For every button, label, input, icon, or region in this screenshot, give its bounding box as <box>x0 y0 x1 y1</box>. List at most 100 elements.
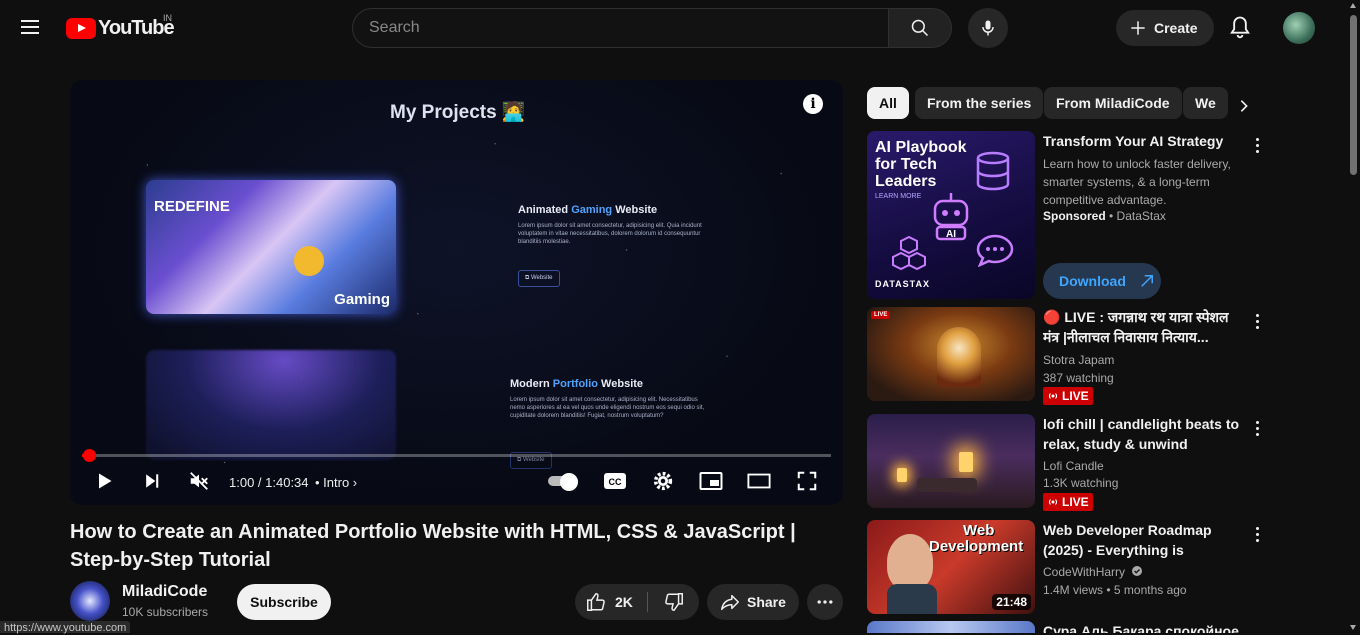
progress-bar[interactable] <box>82 449 831 462</box>
page-scrollbar[interactable] <box>1347 0 1360 633</box>
video-thumbnail[interactable] <box>867 414 1035 508</box>
voice-search-button[interactable] <box>968 8 1008 48</box>
autoplay-toggle[interactable] <box>548 473 582 491</box>
country-code: IN <box>163 13 172 23</box>
live-badge: LIVE <box>1043 387 1093 405</box>
dislike-button[interactable] <box>648 584 699 620</box>
svg-text:AI: AI <box>946 229 956 240</box>
robot-icon: AI <box>933 193 969 241</box>
chapter-title[interactable]: • Intro › <box>315 475 357 490</box>
video-frame-project2-image <box>146 350 396 460</box>
related-filter-chips: All From the series From MiladiCode We <box>867 87 1247 119</box>
like-dislike-group: 2K <box>575 584 699 620</box>
masthead: YouTube IN Create <box>0 0 1347 56</box>
autoplay-play-icon <box>560 473 578 491</box>
play-icon[interactable] <box>92 469 116 493</box>
video-frame-project2-text: Lorem ipsum dolor sit amet consectetur, … <box>510 397 705 419</box>
more-options-icon[interactable] <box>1249 135 1265 155</box>
more-options-icon[interactable] <box>1249 311 1265 331</box>
thumbnail-live-badge: LIVE <box>871 311 891 319</box>
video-player[interactable]: My Projects 🧑‍💻 i REDEFINE Gaming Animat… <box>70 80 843 505</box>
scroll-up-arrow-icon[interactable] <box>1350 3 1356 8</box>
search-input[interactable] <box>353 9 888 47</box>
rec-title[interactable]: 🔴 LIVE : जगन्नाथ रथ यात्रा स्पेशल मंत्र … <box>1043 307 1241 347</box>
video-frame-project1-image: REDEFINE Gaming <box>146 180 396 314</box>
miniplayer-icon[interactable] <box>699 469 723 493</box>
menu-icon[interactable] <box>18 16 42 40</box>
presenter-face <box>887 534 933 590</box>
subscriber-count: 10K subscribers <box>122 605 209 619</box>
svg-text:CC: CC <box>609 477 622 487</box>
fullscreen-icon[interactable] <box>795 469 819 493</box>
video-frame-project1-text: Lorem ipsum dolor sit amet consectetur, … <box>518 223 702 245</box>
chip-all[interactable]: All <box>867 87 909 119</box>
more-actions-icon[interactable] <box>807 584 843 620</box>
cubes-icon <box>892 235 926 271</box>
video-thumbnail[interactable]: LIVE <box>867 307 1035 401</box>
search-button[interactable] <box>888 8 952 48</box>
thumbs-down-icon <box>664 593 683 611</box>
like-button[interactable]: 2K <box>575 584 647 620</box>
video-duration: 21:48 <box>992 594 1031 610</box>
share-arrow-icon <box>721 594 739 611</box>
pointer-hand-icon <box>294 246 324 276</box>
chip-from-channel[interactable]: From MiladiCode <box>1044 87 1182 119</box>
ad-description: Learn how to unlock faster delivery, sma… <box>1043 157 1231 207</box>
next-video-icon[interactable] <box>140 469 164 493</box>
rec-channel[interactable]: Lofi Candle <box>1043 459 1104 473</box>
account-avatar[interactable] <box>1283 12 1315 44</box>
rec-meta: 1.4M views • 5 months ago <box>1043 583 1187 597</box>
time-display: 1:00 / 1:40:34 <box>229 475 309 490</box>
create-label: Create <box>1154 20 1198 36</box>
rec-title[interactable]: Transform Your AI Strategy <box>1043 131 1241 151</box>
youtube-logo[interactable]: YouTube <box>66 16 175 40</box>
video-frame-project1-heading: Animated Gaming Website <box>518 204 658 216</box>
more-options-icon[interactable] <box>1249 418 1265 438</box>
player-controls: 1:00 / 1:40:34 • Intro › CC <box>70 465 843 497</box>
database-icon <box>976 151 1010 191</box>
ad-thumbnail[interactable]: AI Playbook for Tech Leaders LEARN MORE … <box>867 131 1035 299</box>
thumbs-up-icon <box>587 593 605 611</box>
rec-channel[interactable]: Stotra Japam <box>1043 353 1114 367</box>
video-thumbnail[interactable] <box>867 621 1035 633</box>
chevron-right-icon[interactable] <box>1230 92 1258 120</box>
external-arrow-icon <box>1141 275 1153 287</box>
sponsored-line: Sponsored • DataStax <box>1043 209 1166 223</box>
live-broadcast-icon <box>1048 393 1058 399</box>
scroll-down-arrow-icon[interactable] <box>1350 625 1356 630</box>
like-count: 2K <box>615 594 633 610</box>
theater-mode-icon[interactable] <box>747 469 771 493</box>
settings-gear-icon[interactable] <box>651 469 675 493</box>
subscribe-button[interactable]: Subscribe <box>237 584 331 620</box>
rec-channel[interactable]: CodeWithHarry <box>1043 565 1143 579</box>
rec-title[interactable]: lofi chill | candlelight beats to relax,… <box>1043 414 1241 454</box>
rec-title[interactable]: Web Developer Roadmap (2025) - Everythin… <box>1043 520 1241 560</box>
search-icon <box>911 19 929 37</box>
muted-volume-icon[interactable] <box>187 469 211 493</box>
channel-avatar[interactable] <box>70 581 110 621</box>
share-button[interactable]: Share <box>707 584 799 620</box>
scrollbar-thumb[interactable] <box>1350 15 1357 175</box>
rec-meta: 387 watching <box>1043 371 1114 385</box>
download-button[interactable]: Download <box>1043 263 1161 299</box>
verified-check-icon <box>1132 566 1143 576</box>
more-options-icon[interactable] <box>1249 524 1265 544</box>
rec-title[interactable]: Сура Аль Бакара спокойное <box>1043 621 1241 633</box>
subtitles-icon[interactable]: CC <box>603 469 627 493</box>
plus-icon <box>1131 21 1145 35</box>
share-label: Share <box>747 594 786 610</box>
video-frame-heading: My Projects 🧑‍💻 <box>390 102 526 123</box>
info-icon[interactable]: i <box>803 94 823 114</box>
create-button[interactable]: Create <box>1116 10 1214 46</box>
rec-meta: 1.3K watching <box>1043 476 1119 490</box>
chat-bubble-icon <box>976 234 1014 267</box>
microphone-icon <box>982 20 994 36</box>
notifications-bell-icon[interactable] <box>1226 14 1254 42</box>
video-title: How to Create an Animated Portfolio Webs… <box>70 521 796 571</box>
video-thumbnail[interactable]: Web Development 21:48 <box>867 520 1035 614</box>
chip-partial[interactable]: We <box>1183 87 1228 119</box>
live-broadcast-icon <box>1048 499 1058 505</box>
chip-from-the-series[interactable]: From the series <box>915 87 1044 119</box>
search-box <box>352 8 889 48</box>
channel-name[interactable]: MiladiCode <box>122 583 207 601</box>
